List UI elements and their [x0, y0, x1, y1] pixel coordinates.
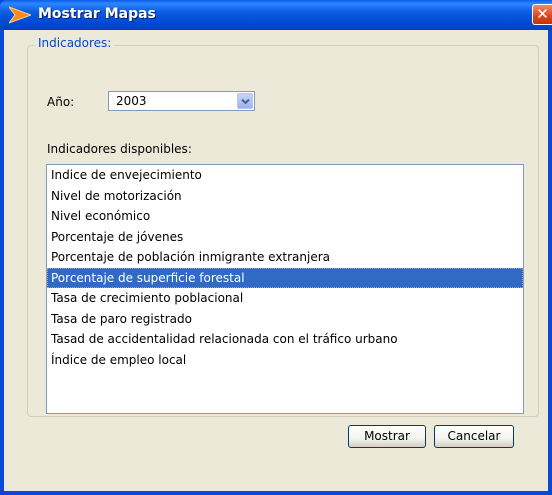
dialog-window: Mostrar Mapas ✕ Indicadores: Año: 2003 I…	[0, 0, 552, 495]
list-item[interactable]: Índice de empleo local	[47, 350, 523, 371]
list-item[interactable]: Porcentaje de población inmigrante extra…	[47, 247, 523, 268]
list-item[interactable]: Porcentaje de superficie forestal	[47, 267, 523, 288]
year-label: Año:	[47, 95, 75, 109]
group-legend: Indicadores:	[35, 36, 115, 50]
list-item[interactable]: Tasad de accidentalidad relacionada con …	[47, 329, 523, 350]
list-item[interactable]: Tasa de crecimiento poblacional	[47, 288, 523, 309]
year-dropdown-button[interactable]	[237, 93, 253, 109]
window-title: Mostrar Mapas	[38, 6, 156, 22]
title-bar[interactable]: Mostrar Mapas ✕	[0, 0, 552, 30]
year-value: 2003	[116, 94, 147, 108]
close-icon: ✕	[536, 5, 549, 23]
list-item[interactable]: Nivel de motorización	[47, 186, 523, 207]
show-button[interactable]: Mostrar	[348, 425, 426, 448]
indicators-list[interactable]: Indice de envejecimiento Nivel de motoriz…	[46, 164, 524, 414]
arrow-logo-icon	[9, 6, 31, 24]
list-item[interactable]: Tasa de paro registrado	[47, 309, 523, 330]
close-button[interactable]: ✕	[532, 4, 552, 25]
chevron-down-icon	[241, 98, 250, 105]
list-item[interactable]: Porcentaje de jóvenes	[47, 227, 523, 248]
list-item[interactable]: Nivel económico	[47, 206, 523, 227]
cancel-button[interactable]: Cancelar	[434, 425, 514, 448]
indicators-label: Indicadores disponibles:	[47, 142, 192, 156]
list-item[interactable]: Indice de envejecimiento	[47, 165, 523, 186]
year-select[interactable]: 2003	[108, 91, 255, 111]
